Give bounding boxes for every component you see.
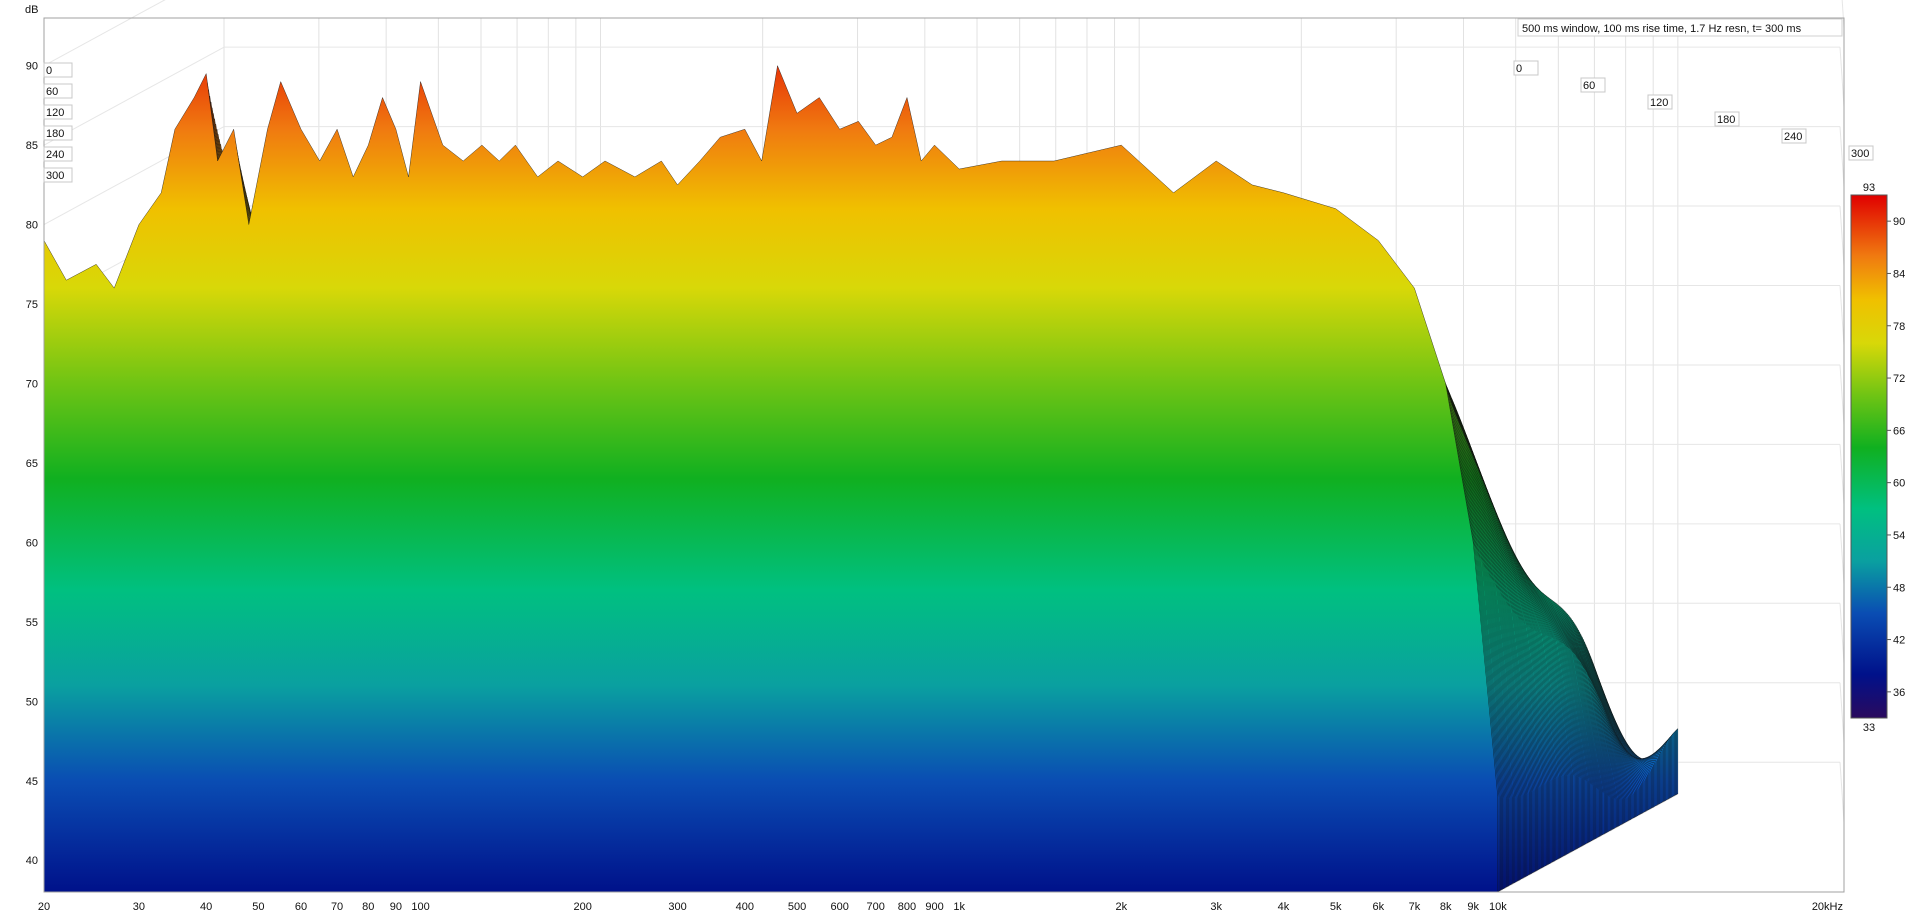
x-tick-label: 1k [953,901,965,913]
color-scale-bar: 93 33 90 84 78 72 66 60 54 48 42 36 [1850,182,1905,734]
colorbar-tick-label: 78 [1893,321,1905,333]
colorbar-tick-label: 60 [1893,478,1905,490]
y-unit-label: dB [25,4,38,16]
x-tick-label: 900 [925,901,943,913]
time-tick-label-left: 0 [46,65,52,77]
y-tick-label: 75 [26,299,38,311]
y-tick-label: 65 [26,458,38,470]
annotation-text: 500 ms window, 100 ms rise time, 1.7 Hz … [1522,23,1802,35]
x-tick-label: 40 [200,901,212,913]
y-tick-label: 80 [26,220,38,232]
x-tick-label: 5k [1330,901,1342,913]
colorbar-tick-label: 72 [1893,373,1905,385]
x-tick-label: 50 [252,901,264,913]
x-tick-label: 90 [390,901,402,913]
x-tick-label: 500 [788,901,806,913]
y-tick-label: 45 [26,776,38,788]
time-tick-label-left: 180 [46,128,64,140]
colorbar-max-label: 93 [1863,182,1875,194]
x-tick-label: 60 [295,901,307,913]
x-tick-label: 3k [1210,901,1222,913]
x-tick-label: 20 [38,901,50,913]
x-tick-label: 7k [1409,901,1421,913]
y-axis: 40 45 50 55 60 65 70 75 80 85 90 [26,61,38,868]
colorbar-min-label: 33 [1863,722,1875,734]
colorbar-tick-label: 54 [1893,530,1905,542]
annotation-box: 500 ms window, 100 ms rise time, 1.7 Hz … [1517,18,1843,37]
x-tick-label: 4k [1278,901,1290,913]
colorbar-tick-label: 48 [1893,582,1905,594]
y-tick-label: 85 [26,140,38,152]
colorbar-tick-label: 42 [1893,635,1905,647]
x-axis: 20 30 40 50 60 70 80 90 100 200 300 400 500 600 700 800… [38,901,1843,913]
y-tick-label: 70 [26,378,38,390]
time-tick-label-right: 240 [1784,131,1802,143]
x-tick-label: 300 [668,901,686,913]
waterfall-plot: 0 0 60 60 120 120 180 180 240 240 300 300 40 45 50 55 6… [25,0,1905,913]
x-tick-label: 800 [898,901,916,913]
y-tick-label: 50 [26,696,38,708]
x-tick-label: 70 [331,901,343,913]
x-tick-label: 600 [830,901,848,913]
x-tick-label: 8k [1440,901,1452,913]
time-tick-label-right: 60 [1583,80,1595,92]
time-tick-label-right: 180 [1717,114,1735,126]
time-tick-label-right: 300 [1851,148,1869,160]
colorbar-ticks: 90 84 78 72 66 60 54 48 42 36 [1887,216,1905,699]
x-tick-label: 2k [1116,901,1128,913]
y-tick-label: 60 [26,537,38,549]
x-tick-label: 700 [867,901,885,913]
x-tick-label: 100 [411,901,429,913]
time-tick-label-left: 120 [46,107,64,119]
waterfall-chart: 0 0 60 60 120 120 180 180 240 240 300 300 40 45 50 55 6… [0,0,1920,919]
time-tick-label-left: 60 [46,86,58,98]
colorbar-tick-label: 36 [1893,687,1905,699]
x-tick-label: 9k [1467,901,1479,913]
y-tick-label: 40 [26,855,38,867]
x-tick-label: 80 [362,901,374,913]
colorbar-fill [1850,194,1888,719]
x-tick-label: 200 [573,901,591,913]
x-tick-label: 10k [1489,901,1507,913]
x-tick-label: 400 [736,901,754,913]
time-tick-label-right: 120 [1650,97,1668,109]
time-tick-label-left: 240 [46,149,64,161]
colorbar-tick-label: 90 [1893,216,1905,228]
colorbar-tick-label: 66 [1893,425,1905,437]
y-tick-label: 55 [26,617,38,629]
x-tick-label: 6k [1373,901,1385,913]
y-tick-label: 90 [26,61,38,73]
colorbar-tick-label: 84 [1893,268,1905,280]
time-tick-label-right: 0 [1516,63,1522,75]
x-unit-label: 20kHz [1812,901,1843,913]
time-tick-label-left: 300 [46,170,64,182]
x-tick-label: 30 [133,901,145,913]
